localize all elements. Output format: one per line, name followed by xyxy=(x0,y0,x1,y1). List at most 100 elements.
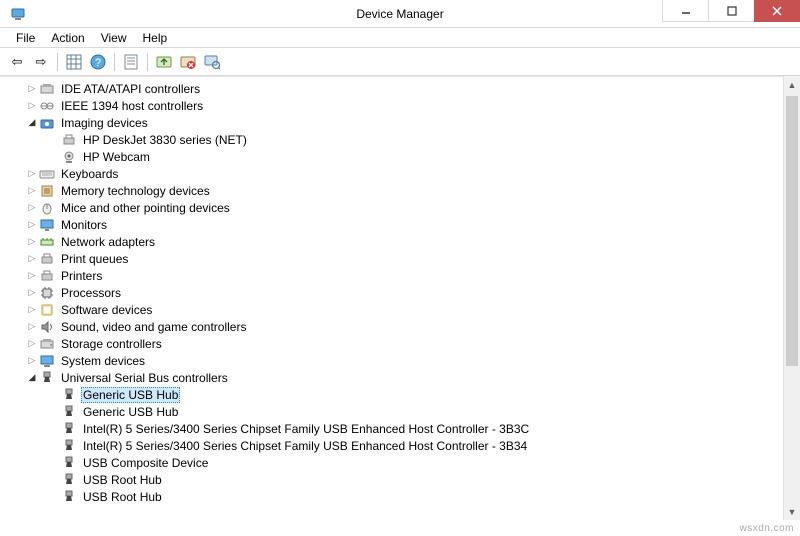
toolbar: ⇦ ⇨ ? xyxy=(0,48,800,76)
chevron-right-icon[interactable]: ▷ xyxy=(26,83,38,95)
chevron-right-icon[interactable]: ▷ xyxy=(26,338,38,350)
title-bar: Device Manager xyxy=(0,0,800,28)
tree-item-usb-root-hub-1[interactable]: ▷ USB Root Hub xyxy=(0,471,800,488)
scroll-down-icon[interactable]: ▼ xyxy=(784,503,800,520)
device-tree[interactable]: ▷ IDE ATA/ATAPI controllers ▷ IEEE 1394 … xyxy=(0,76,800,536)
tree-label: Printers xyxy=(59,269,104,283)
tree-item-ide-atapi[interactable]: ▷ IDE ATA/ATAPI controllers xyxy=(0,80,800,97)
tree-item-usb-controllers[interactable]: ◢ Universal Serial Bus controllers xyxy=(0,369,800,386)
usb-icon xyxy=(61,489,77,505)
chevron-right-icon[interactable]: ▷ xyxy=(26,202,38,214)
vertical-scrollbar[interactable]: ▲ ▼ xyxy=(783,76,800,520)
tree-item-system-devices[interactable]: ▷ System devices xyxy=(0,352,800,369)
chevron-right-icon[interactable]: ▷ xyxy=(26,236,38,248)
usb-icon xyxy=(39,370,55,386)
tree-label: Universal Serial Bus controllers xyxy=(59,371,230,385)
chevron-right-icon[interactable]: ▷ xyxy=(26,355,38,367)
tree-item-hp-deskjet[interactable]: ▷ HP DeskJet 3830 series (NET) xyxy=(0,131,800,148)
printer-icon xyxy=(61,132,77,148)
window-title: Device Manager xyxy=(356,7,443,21)
watermark: wsxdn.com xyxy=(739,523,794,534)
memory-icon xyxy=(39,183,55,199)
tree-label: Print queues xyxy=(59,252,130,266)
window-buttons xyxy=(662,0,800,22)
back-button[interactable]: ⇦ xyxy=(6,51,28,73)
tree-item-memory-tech[interactable]: ▷ Memory technology devices xyxy=(0,182,800,199)
tree-item-software-devices[interactable]: ▷ Software devices xyxy=(0,301,800,318)
menu-help[interactable]: Help xyxy=(135,29,176,47)
scan-hardware-button[interactable] xyxy=(201,51,223,73)
show-hidden-button[interactable] xyxy=(63,51,85,73)
tree-item-imaging[interactable]: ◢ Imaging devices xyxy=(0,114,800,131)
minimize-button[interactable] xyxy=(662,0,708,22)
monitor-icon xyxy=(39,217,55,233)
chevron-right-icon[interactable]: ▷ xyxy=(26,270,38,282)
tree-label: Network adapters xyxy=(59,235,157,249)
tree-label: Mice and other pointing devices xyxy=(59,201,232,215)
tree-label: Generic USB Hub xyxy=(81,405,180,419)
properties-button[interactable] xyxy=(120,51,142,73)
usb-icon xyxy=(61,421,77,437)
tree-item-usb-root-hub-2[interactable]: ▷ USB Root Hub xyxy=(0,488,800,505)
chevron-right-icon[interactable]: ▷ xyxy=(26,185,38,197)
chevron-right-icon[interactable]: ▷ xyxy=(26,304,38,316)
tree-item-processors[interactable]: ▷ Processors xyxy=(0,284,800,301)
tree-label: Generic USB Hub xyxy=(81,387,180,403)
usb-icon xyxy=(61,472,77,488)
chevron-down-icon[interactable]: ◢ xyxy=(26,117,38,129)
tree-item-keyboards[interactable]: ▷ Keyboards xyxy=(0,165,800,182)
tree-item-monitors[interactable]: ▷ Monitors xyxy=(0,216,800,233)
chevron-right-icon[interactable]: ▷ xyxy=(26,321,38,333)
tree-label: Monitors xyxy=(59,218,109,232)
scroll-up-icon[interactable]: ▲ xyxy=(784,76,800,93)
tree-item-mice[interactable]: ▷ Mice and other pointing devices xyxy=(0,199,800,216)
uninstall-button[interactable] xyxy=(177,51,199,73)
tree-item-intel-usb-3b34[interactable]: ▷ Intel(R) 5 Series/3400 Series Chipset … xyxy=(0,437,800,454)
maximize-button[interactable] xyxy=(708,0,754,22)
tree-item-network[interactable]: ▷ Network adapters xyxy=(0,233,800,250)
tree-item-printers[interactable]: ▷ Printers xyxy=(0,267,800,284)
usb-icon xyxy=(61,404,77,420)
tree-label: Imaging devices xyxy=(59,116,150,130)
tree-label: HP DeskJet 3830 series (NET) xyxy=(81,133,249,147)
menu-file[interactable]: File xyxy=(8,29,43,47)
tree-label: Intel(R) 5 Series/3400 Series Chipset Fa… xyxy=(81,422,531,436)
chevron-right-icon[interactable]: ▷ xyxy=(26,100,38,112)
tree-label: USB Root Hub xyxy=(81,473,164,487)
chevron-right-icon[interactable]: ▷ xyxy=(26,168,38,180)
help-button[interactable]: ? xyxy=(87,51,109,73)
processor-icon xyxy=(39,285,55,301)
chevron-right-icon[interactable]: ▷ xyxy=(26,253,38,265)
sound-icon xyxy=(39,319,55,335)
close-button[interactable] xyxy=(754,0,800,22)
network-icon xyxy=(39,234,55,250)
menu-action[interactable]: Action xyxy=(43,29,92,47)
scroll-thumb[interactable] xyxy=(786,96,798,366)
tree-label: IEEE 1394 host controllers xyxy=(59,99,205,113)
chevron-right-icon[interactable]: ▷ xyxy=(26,287,38,299)
tree-item-print-queues[interactable]: ▷ Print queues xyxy=(0,250,800,267)
tree-label: HP Webcam xyxy=(81,150,152,164)
mouse-icon xyxy=(39,200,55,216)
ieee1394-icon xyxy=(39,98,55,114)
tree-item-sound-video[interactable]: ▷ Sound, video and game controllers xyxy=(0,318,800,335)
menu-view[interactable]: View xyxy=(93,29,135,47)
tree-label: Processors xyxy=(59,286,123,300)
grid-icon xyxy=(66,54,82,70)
tree-label: Keyboards xyxy=(59,167,120,181)
forward-button[interactable]: ⇨ xyxy=(30,51,52,73)
usb-icon xyxy=(61,387,77,403)
tree-label: Memory technology devices xyxy=(59,184,212,198)
tree-item-generic-usb-hub-2[interactable]: ▷ Generic USB Hub xyxy=(0,403,800,420)
tree-item-intel-usb-3b3c[interactable]: ▷ Intel(R) 5 Series/3400 Series Chipset … xyxy=(0,420,800,437)
update-driver-button[interactable] xyxy=(153,51,175,73)
tree-item-generic-usb-hub-1[interactable]: ▷ Generic USB Hub xyxy=(0,386,800,403)
help-icon: ? xyxy=(90,54,106,70)
tree-item-hp-webcam[interactable]: ▷ HP Webcam xyxy=(0,148,800,165)
tree-item-storage[interactable]: ▷ Storage controllers xyxy=(0,335,800,352)
chevron-down-icon[interactable]: ◢ xyxy=(26,372,38,384)
tree-item-usb-composite[interactable]: ▷ USB Composite Device xyxy=(0,454,800,471)
tree-item-ieee1394[interactable]: ▷ IEEE 1394 host controllers xyxy=(0,97,800,114)
scan-hardware-icon xyxy=(204,54,220,70)
chevron-right-icon[interactable]: ▷ xyxy=(26,219,38,231)
